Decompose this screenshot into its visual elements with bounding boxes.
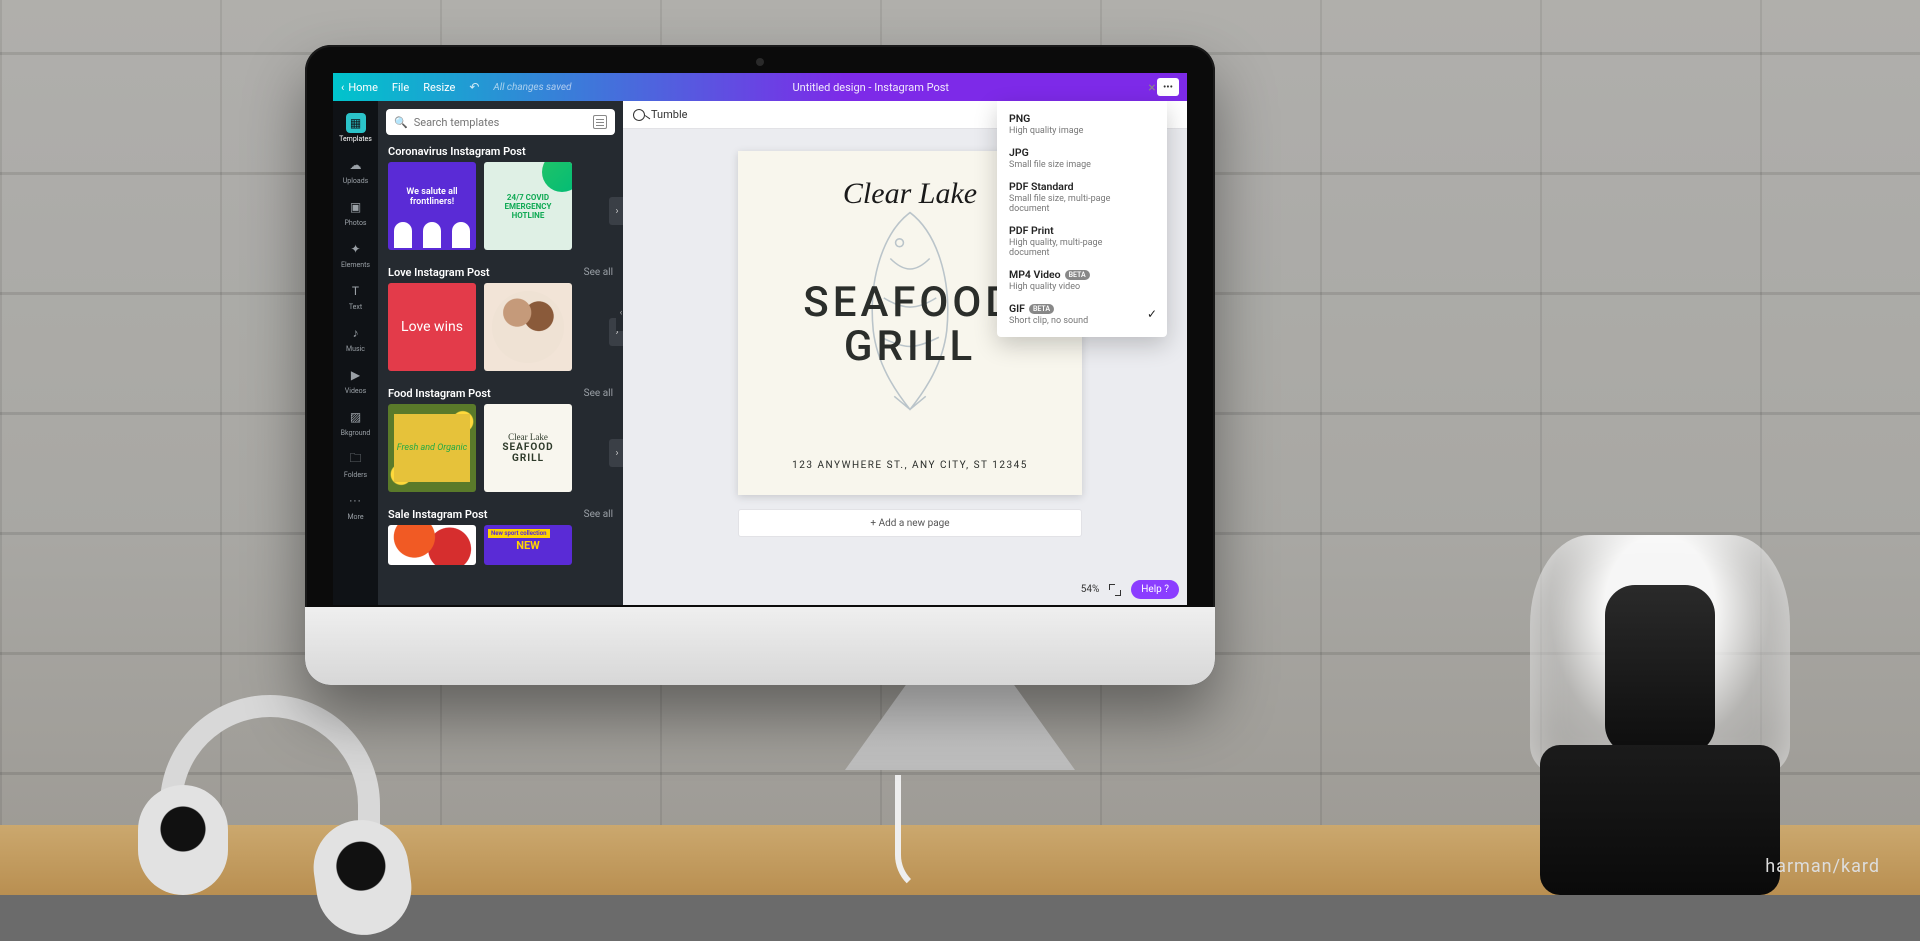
undo-icon[interactable]: ↶ xyxy=(469,80,479,94)
section-head-2: Food Instagram Post See all xyxy=(378,381,623,404)
monitor-cable xyxy=(895,775,975,895)
nav-label: Text xyxy=(349,303,362,311)
document-title[interactable]: Untitled design - Instagram Post xyxy=(793,81,949,94)
app-screen: ‹ Home File Resize ↶ All changes saved U… xyxy=(333,73,1187,605)
nav-label: Music xyxy=(346,345,365,353)
videos-icon: ▶ xyxy=(346,365,366,385)
nav-label: Uploads xyxy=(343,177,369,185)
section-name: Love Instagram Post xyxy=(388,266,490,279)
nav-more[interactable]: ··· More xyxy=(333,485,378,525)
section-name: Food Instagram Post xyxy=(388,387,491,400)
template-thumb[interactable] xyxy=(484,283,572,371)
nav-label: More xyxy=(347,513,363,521)
section-name: Coronavirus Instagram Post xyxy=(388,145,526,158)
webcam-dot xyxy=(756,58,764,66)
nav-label: Folders xyxy=(344,471,367,479)
nav-elements[interactable]: ✦ Elements xyxy=(333,233,378,273)
home-label: Home xyxy=(348,81,378,94)
save-status: All changes saved xyxy=(493,82,571,93)
left-nav-rail: ▦ Templates☁ Uploads▣ Photos✦ ElementsT … xyxy=(333,101,378,605)
nav-label: Videos xyxy=(345,387,366,395)
photos-icon: ▣ xyxy=(346,197,366,217)
speaker-brand-text: harman/kard xyxy=(1765,856,1880,877)
app-topbar: ‹ Home File Resize ↶ All changes saved U… xyxy=(333,73,1187,101)
address-text[interactable]: 123 ANYWHERE ST., ANY CITY, ST 12345 xyxy=(792,460,1028,471)
folders-icon: 🗀 xyxy=(346,449,366,469)
dots-icon: ••• xyxy=(1163,82,1173,93)
template-thumb[interactable]: 24/7 COVID EMERGENCY HOTLINE xyxy=(484,162,572,250)
zoom-percent[interactable]: 54% xyxy=(1081,584,1100,595)
add-page-button[interactable]: + Add a new page xyxy=(738,509,1082,537)
export-option-gif[interactable]: GIFBETAShort clip, no sound✓ xyxy=(997,297,1167,331)
nav-bkground[interactable]: ▨ Bkground xyxy=(333,401,378,441)
export-option-png[interactable]: PNGHigh quality image xyxy=(997,107,1167,141)
search-input[interactable] xyxy=(414,116,587,129)
see-all-link[interactable]: See all xyxy=(584,509,613,520)
template-thumb[interactable]: We salute all frontliners! xyxy=(388,162,476,250)
template-thumb[interactable] xyxy=(388,525,476,565)
effect-label[interactable]: Tumble xyxy=(651,108,687,121)
section-head-1: Love Instagram Post See all xyxy=(378,260,623,283)
elements-icon: ✦ xyxy=(346,239,366,259)
beta-badge: BETA xyxy=(1065,270,1090,280)
nav-label: Bkground xyxy=(341,429,371,437)
section-head-0: Coronavirus Instagram Post xyxy=(378,139,623,162)
nav-folders[interactable]: 🗀 Folders xyxy=(333,443,378,483)
more-icon: ··· xyxy=(346,491,366,511)
home-button[interactable]: ‹ Home xyxy=(341,81,378,94)
nav-label: Templates xyxy=(339,135,372,143)
nav-text[interactable]: T Text xyxy=(333,275,378,315)
nav-videos[interactable]: ▶ Videos xyxy=(333,359,378,399)
template-search[interactable]: 🔍 xyxy=(386,109,615,135)
headphones-prop xyxy=(120,655,420,895)
see-all-link[interactable]: See all xyxy=(584,388,613,399)
nav-photos[interactable]: ▣ Photos xyxy=(333,191,378,231)
section-head-3: Sale Instagram Post See all xyxy=(378,502,623,525)
nav-music[interactable]: ♪ Music xyxy=(333,317,378,357)
export-option-jpg[interactable]: JPGSmall file size image xyxy=(997,141,1167,175)
nav-uploads[interactable]: ☁ Uploads xyxy=(333,149,378,189)
templates-icon: ▦ xyxy=(346,113,366,133)
filter-icon[interactable] xyxy=(593,115,607,129)
imac-monitor: ‹ Home File Resize ↶ All changes saved U… xyxy=(305,45,1215,685)
fullscreen-icon[interactable] xyxy=(1109,584,1121,596)
bkground-icon: ▨ xyxy=(346,407,366,427)
template-thumb[interactable]: New sport collection NEW xyxy=(484,525,572,565)
see-all-link[interactable]: See all xyxy=(584,267,613,278)
export-option-mp4-video[interactable]: MP4 VideoBETAHigh quality video xyxy=(997,263,1167,297)
effect-wand-icon[interactable] xyxy=(633,109,645,121)
text-icon: T xyxy=(346,281,366,301)
chevron-left-icon: ‹ xyxy=(341,81,344,94)
export-option-pdf-standard[interactable]: PDF StandardSmall file size, multi-page … xyxy=(997,175,1167,219)
template-thumb[interactable]: Clear Lake SEAFOOD GRILL xyxy=(484,404,572,492)
template-thumb[interactable]: Love wins xyxy=(388,283,476,371)
resize-menu[interactable]: Resize xyxy=(423,81,455,94)
search-icon: 🔍 xyxy=(394,116,408,129)
close-icon[interactable]: × xyxy=(1143,79,1161,97)
monitor-chin xyxy=(305,607,1215,685)
section-name: Sale Instagram Post xyxy=(388,508,488,521)
speaker-prop: harman/kard xyxy=(1530,535,1790,895)
headline-text[interactable]: SEAFOOD GRILL xyxy=(803,281,1016,369)
row-next-icon[interactable]: › xyxy=(609,197,623,225)
help-button[interactable]: Help ? xyxy=(1131,580,1179,599)
export-option-pdf-print[interactable]: PDF PrintHigh quality, multi-page docume… xyxy=(997,219,1167,263)
uploads-icon: ☁ xyxy=(346,155,366,175)
row-next-icon[interactable]: › xyxy=(609,439,623,467)
nav-label: Photos xyxy=(344,219,366,227)
check-icon: ✓ xyxy=(1147,307,1157,321)
nav-templates[interactable]: ▦ Templates xyxy=(333,107,378,147)
template-thumb[interactable]: Fresh and Organic xyxy=(388,404,476,492)
export-format-dropdown[interactable]: × PNGHigh quality imageJPGSmall file siz… xyxy=(997,101,1167,337)
nav-label: Elements xyxy=(341,261,370,269)
templates-panel: 🔍 Coronavirus Instagram Post We salute a… xyxy=(378,101,623,605)
beta-badge: BETA xyxy=(1029,304,1054,314)
file-menu[interactable]: File xyxy=(392,81,409,94)
music-icon: ♪ xyxy=(346,323,366,343)
zoom-controls: 54% Help ? xyxy=(1081,580,1179,599)
